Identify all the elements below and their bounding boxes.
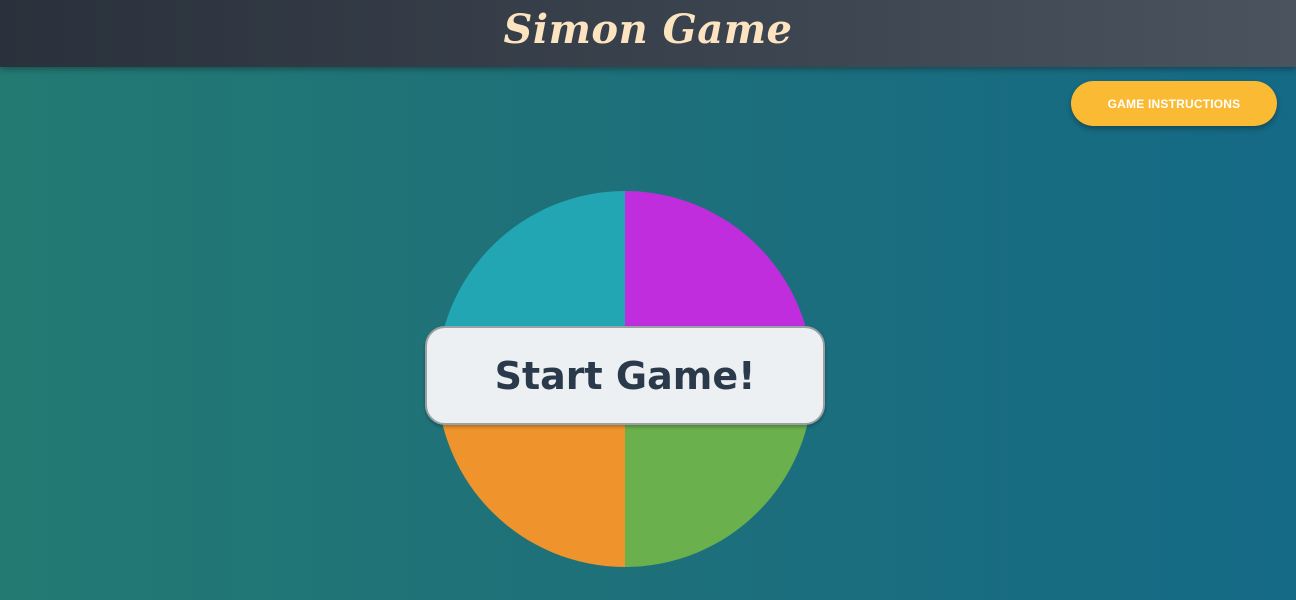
game-instructions-button[interactable]: GAME INSTRUCTIONS — [1071, 81, 1277, 126]
start-game-button[interactable]: Start Game! — [425, 326, 825, 425]
header-bar: Simon Game — [0, 0, 1296, 67]
game-title: Simon Game — [503, 6, 793, 53]
